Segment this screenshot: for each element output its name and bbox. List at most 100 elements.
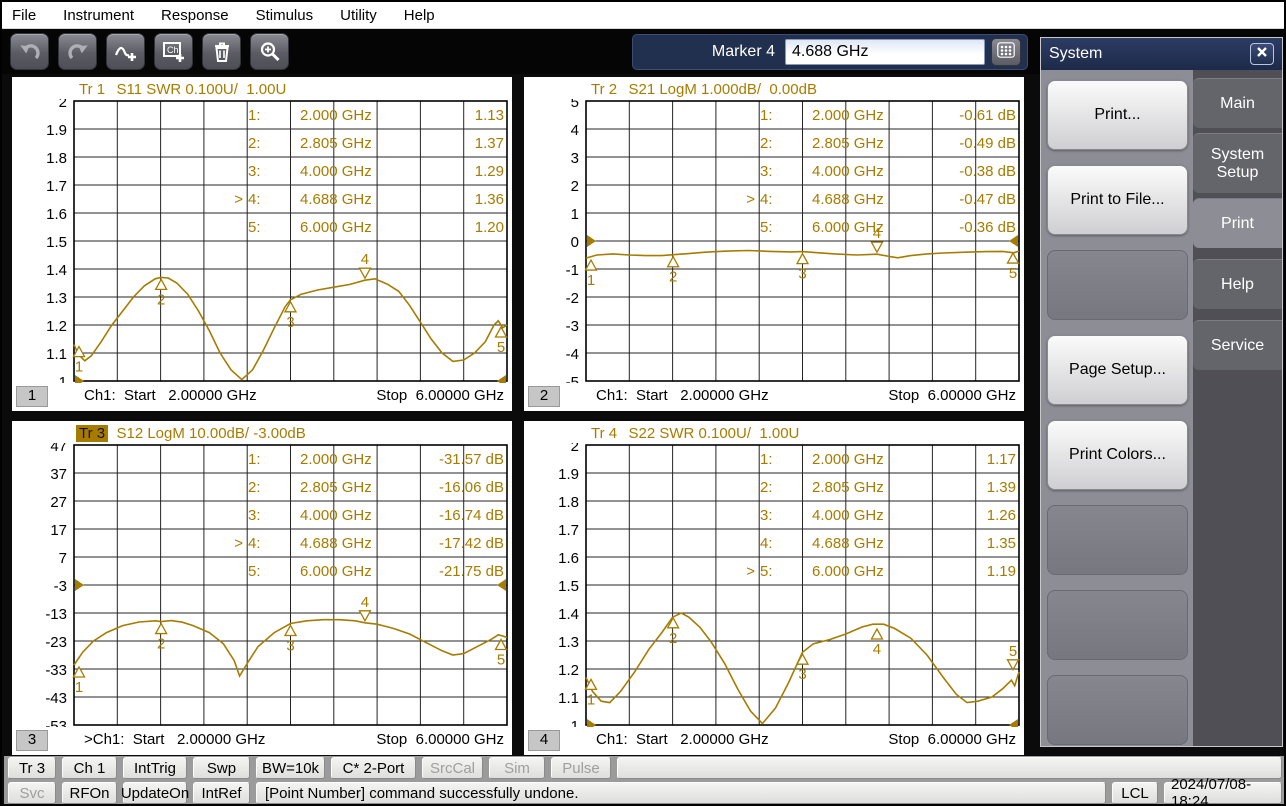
tab-main[interactable]: Main [1193, 78, 1282, 128]
y-axis-tick-label: 1 [571, 206, 579, 223]
print-colors-button[interactable]: Print Colors... [1047, 420, 1188, 490]
y-axis-tick-label: -33 [45, 662, 67, 679]
y-axis-tick-label: 3 [571, 150, 579, 167]
page-setup-button[interactable]: Page Setup... [1047, 335, 1188, 405]
status-trigger-mode[interactable]: IntTrig [123, 757, 187, 779]
stimulus-stop-label: Stop 6.00000 GHz [376, 731, 504, 748]
status-cal-state[interactable]: C* 2-Port [331, 757, 416, 779]
zoom-button[interactable] [250, 33, 289, 70]
menu-stimulus[interactable]: Stimulus [256, 7, 314, 24]
y-axis-tick-label: -53 [45, 718, 67, 727]
system-panel-header: System [1041, 38, 1282, 70]
stimulus-stop-label: Stop 6.00000 GHz [888, 731, 1016, 748]
y-axis-tick-label: 1.6 [46, 206, 67, 223]
plot-area-tr3[interactable]: 473727177-3-13-23-33-43-5311:2.000 GHz-3… [12, 443, 512, 727]
redo-icon [65, 40, 91, 64]
marker-table-number: 1: [760, 107, 773, 124]
status-if-bandwidth[interactable]: BW=10k [256, 757, 325, 779]
y-axis-tick-label: 1.9 [558, 466, 579, 483]
y-axis-tick-label: 1.9 [46, 122, 67, 139]
marker-symbol[interactable] [74, 667, 85, 677]
marker-number: 2 [157, 636, 165, 653]
window-number-badge: 4 [528, 730, 560, 751]
marker-symbol[interactable] [496, 327, 507, 337]
marker-symbol[interactable] [156, 624, 167, 634]
y-axis-tick-label: 1.4 [558, 606, 579, 623]
status-active-trace[interactable]: Tr 3 [8, 757, 56, 779]
undo-button[interactable] [10, 33, 49, 70]
marker-value-input[interactable] [785, 39, 985, 65]
marker-table-number: 5: [760, 563, 773, 580]
panel-tab-column: Main System Setup Print Help Service [1193, 70, 1282, 746]
marker-table-number: 3: [248, 163, 261, 180]
menu-utility[interactable]: Utility [340, 7, 377, 24]
marker-symbol[interactable] [668, 257, 679, 267]
status-rf-on[interactable]: RFOn [62, 782, 117, 804]
marker-symbol-active[interactable] [359, 268, 370, 278]
print-button[interactable]: Print... [1047, 80, 1188, 150]
plot-area-tr4[interactable]: 21.91.81.71.61.51.41.31.21.1111:2.000 GH… [524, 443, 1024, 727]
status-sim: Sim [489, 757, 545, 779]
print-to-file-button[interactable]: Print to File... [1047, 165, 1188, 235]
menu-instrument[interactable]: Instrument [63, 7, 134, 24]
status-active-channel[interactable]: Ch 1 [62, 757, 117, 779]
tab-system-setup[interactable]: System Setup [1193, 133, 1282, 193]
marker-table-value: 1.39 [987, 479, 1016, 496]
chart-footer: 3 >Ch1: Start 2.00000 GHz Stop 6.00000 G… [12, 727, 512, 755]
add-channel-button[interactable]: Ch [154, 33, 193, 70]
add-trace-button[interactable] [106, 33, 145, 70]
tab-service[interactable]: Service [1193, 320, 1282, 370]
marker-symbol[interactable] [871, 629, 882, 639]
y-axis-tick-label: 1.4 [46, 262, 67, 279]
marker-symbol-active[interactable] [1008, 660, 1019, 670]
delete-button[interactable] [202, 33, 241, 70]
status-int-ref[interactable]: IntRef [193, 782, 250, 804]
plot-area-tr1[interactable]: 21.91.81.71.61.51.41.31.21.1111:2.000 GH… [12, 99, 512, 383]
status-srccal: SrcCal [422, 757, 483, 779]
y-axis-tick-label: 1.2 [558, 662, 579, 679]
marker-table-value: -17.42 dB [439, 535, 504, 552]
marker-symbol[interactable] [1008, 253, 1019, 263]
window-number-badge: 1 [16, 386, 48, 407]
status-sweep[interactable]: Swp [193, 757, 250, 779]
status-svc: Svc [8, 782, 56, 804]
marker-table-value: -21.75 dB [439, 563, 504, 580]
y-axis-tick-label: 5 [571, 99, 579, 111]
marker-symbol-active[interactable] [359, 611, 370, 621]
y-axis-tick-label: 1 [571, 718, 579, 727]
chart-tr2-s21: Tr 2 S21 LogM 1.000dB/ 0.00dB 543210-1-2… [524, 77, 1024, 411]
y-axis-tick-label: 27 [50, 494, 67, 511]
y-axis-tick-label: -43 [45, 690, 67, 707]
tab-print[interactable]: Print [1193, 198, 1282, 248]
marker-table-frequency: 2.805 GHz [812, 135, 884, 152]
redo-button[interactable] [58, 33, 97, 70]
menu-response[interactable]: Response [161, 7, 229, 24]
chart-tr1-s11: Tr 1 S11 SWR 0.100U/ 1.00U 21.91.81.71.6… [12, 77, 512, 411]
y-axis-tick-label: 0 [571, 234, 579, 251]
close-icon [1256, 45, 1268, 63]
marker-table-number: 2: [760, 135, 773, 152]
tab-help[interactable]: Help [1193, 259, 1282, 309]
marker-symbol[interactable] [285, 302, 296, 312]
reference-level-arrow-left [75, 579, 84, 591]
menu-help[interactable]: Help [404, 7, 435, 24]
marker-symbol-active[interactable] [871, 242, 882, 252]
stimulus-stop-label: Stop 6.00000 GHz [888, 387, 1016, 404]
panel-close-button[interactable] [1250, 43, 1274, 65]
keypad-button[interactable] [991, 38, 1021, 66]
plot-area-tr2[interactable]: 543210-1-2-3-4-511:2.000 GHz-0.61 dB22:2… [524, 99, 1024, 383]
marker-symbol[interactable] [156, 279, 167, 289]
y-axis-tick-label: 2 [59, 99, 67, 111]
marker-symbol[interactable] [797, 254, 808, 264]
status-bar: Tr 3 Ch 1 IntTrig Swp BW=10k C* 2-Port S… [4, 756, 1286, 806]
marker-symbol[interactable] [586, 260, 597, 270]
marker-number: 2 [669, 269, 677, 286]
marker-table-frequency: 4.000 GHz [812, 163, 884, 180]
marker-table-number: 1: [248, 107, 261, 124]
status-lcl[interactable]: LCL [1112, 782, 1158, 804]
status-row-2: Svc RFOn UpdateOn IntRef [Point Number] … [4, 781, 1286, 805]
marker-symbol[interactable] [285, 625, 296, 635]
menu-file[interactable]: File [12, 7, 36, 24]
marker-table-number: 5: [248, 219, 261, 236]
status-update-on[interactable]: UpdateOn [123, 782, 187, 804]
